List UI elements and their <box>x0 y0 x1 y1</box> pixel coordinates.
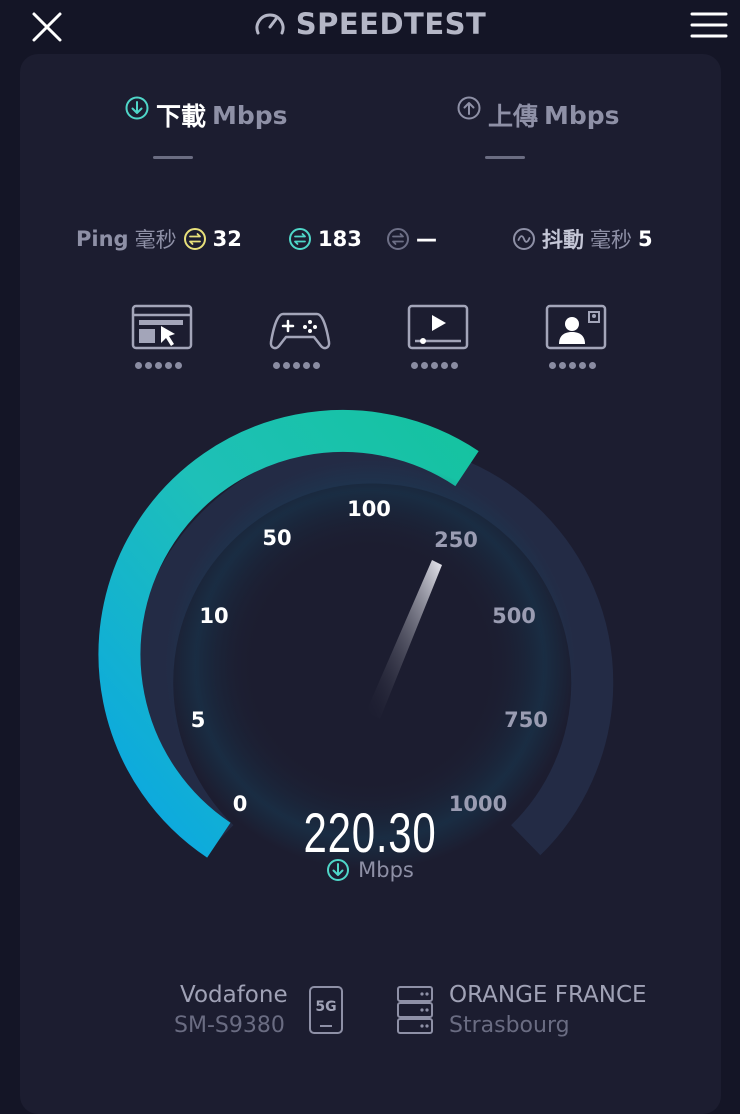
gauge-tick-label: 750 <box>504 708 548 732</box>
gauge-tick-label: 250 <box>434 528 478 552</box>
gauge-tick-label: 50 <box>262 526 292 550</box>
server-name: ORANGE FRANCE <box>449 982 647 1008</box>
server-icon <box>397 986 433 1034</box>
speed-value: 220.30 <box>303 801 437 864</box>
carrier-name: Vodafone <box>180 982 288 1008</box>
speed-unit: Mbps <box>358 858 414 882</box>
gauge-tick-label: 5 <box>190 708 206 732</box>
gauge-tick-label: 10 <box>199 604 229 628</box>
speed-unit-row: Mbps <box>0 858 740 882</box>
download-arrow-icon <box>327 859 350 881</box>
gauge-tick-label: 0 <box>232 792 248 816</box>
network-badge-label: 5G <box>315 999 337 1015</box>
server-badge <box>396 985 434 1035</box>
gauge-tick-label: 100 <box>347 497 391 521</box>
network-badge: 5G <box>308 985 344 1035</box>
server-location: Strasbourg <box>449 1013 570 1038</box>
device-model: SM-S9380 <box>174 1013 285 1038</box>
gauge-tick-label: 500 <box>492 604 536 628</box>
speed-gauge <box>98 410 614 870</box>
